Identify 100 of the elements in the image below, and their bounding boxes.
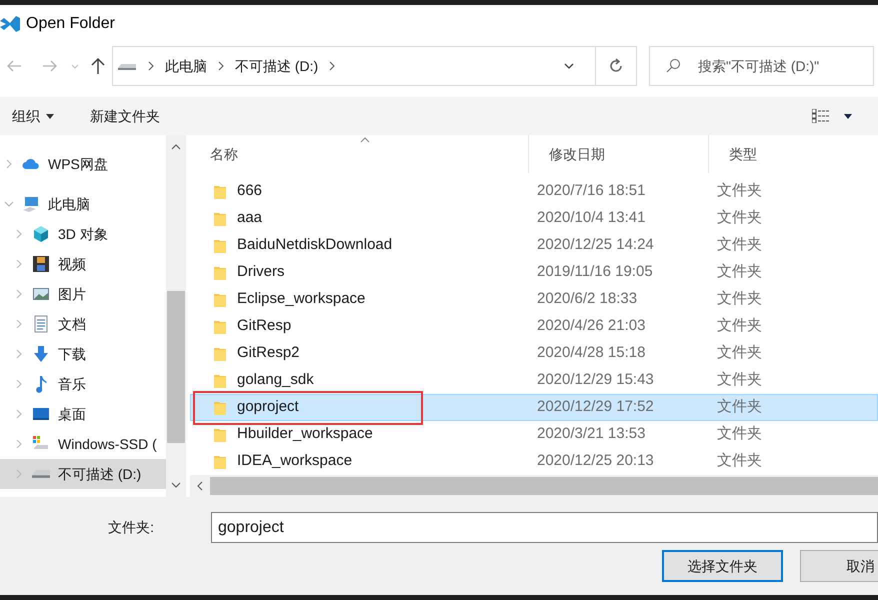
- modified-date: 2020/4/28 15:18: [536, 343, 646, 364]
- address-bar[interactable]: 此电脑 不可描述 (D:): [112, 46, 637, 86]
- file-row[interactable]: Drivers 2019/11/16 19:05 文件夹: [190, 259, 878, 286]
- breadcrumb-item[interactable]: 此电脑: [165, 56, 207, 76]
- sidebar-item[interactable]: 图片: [0, 279, 166, 309]
- sidebar-item[interactable]: 下载: [0, 339, 166, 369]
- search-icon: [665, 58, 681, 74]
- folder-icon: [213, 318, 227, 334]
- modified-date: 2020/12/29 17:52: [536, 397, 655, 418]
- file-type: 文件夹: [716, 289, 762, 310]
- modified-date: 2020/7/16 18:51: [536, 181, 646, 202]
- folder-icon: [213, 372, 227, 388]
- folder-icon: [213, 238, 227, 254]
- sidebar-item[interactable]: 视频: [0, 249, 166, 279]
- file-row[interactable]: Hbuilder_workspace 2020/3/21 13:53 文件夹: [190, 421, 878, 448]
- select-folder-button[interactable]: 选择文件夹: [662, 550, 783, 582]
- file-type: 文件夹: [716, 208, 762, 228]
- sidebar-item[interactable]: Windows-SSD (: [0, 429, 166, 459]
- file-row[interactable]: Eclipse_workspace 2020/6/2 18:33 文件夹: [190, 286, 878, 313]
- scrollbar-thumb[interactable]: [167, 291, 185, 443]
- cancel-button[interactable]: 取消: [800, 550, 878, 582]
- scroll-left-icon[interactable]: [196, 481, 204, 491]
- modified-date: 2019/11/16 19:05: [536, 262, 654, 282]
- scroll-down-icon[interactable]: [171, 481, 181, 489]
- sidebar-item-label: WPS网盘: [48, 154, 108, 174]
- file-name: Hbuilder_workspace: [237, 424, 373, 444]
- sidebar-item[interactable]: 文档: [0, 309, 166, 339]
- sidebar-item[interactable]: 音乐: [0, 369, 166, 399]
- forward-arrow-icon[interactable]: [42, 58, 58, 74]
- download-arrow-icon: [32, 345, 50, 363]
- scrollbar-thumb[interactable]: [210, 477, 878, 495]
- folder-icon: [213, 346, 227, 362]
- file-type: 文件夹: [716, 424, 762, 444]
- cube-icon: [32, 225, 50, 243]
- file-type: 文件夹: [716, 451, 762, 472]
- file-row[interactable]: BaiduNetdiskDownload 2020/12/25 14:24 文件夹: [190, 232, 878, 259]
- chevron-right-icon[interactable]: [217, 61, 225, 71]
- modified-date: 2020/6/2 18:33: [536, 289, 638, 310]
- computer-icon: [22, 195, 40, 213]
- modified-date: 2020/10/4 13:41: [536, 208, 646, 228]
- breadcrumb-item[interactable]: 不可描述 (D:): [235, 56, 318, 76]
- file-type: 文件夹: [716, 343, 762, 364]
- search-field[interactable]: 搜索"不可描述 (D:)": [649, 46, 874, 86]
- sidebar-item[interactable]: 3D 对象: [0, 219, 166, 249]
- file-name: Eclipse_workspace: [237, 289, 366, 310]
- chevron-right-icon[interactable]: [147, 61, 155, 71]
- desktop-icon: [32, 405, 50, 423]
- folder-icon: [213, 400, 227, 416]
- file-type: 文件夹: [716, 181, 762, 202]
- column-header[interactable]: 名称: [190, 135, 528, 173]
- app-logo-icon: [0, 14, 20, 34]
- modified-date: 2020/3/21 13:53: [536, 424, 646, 444]
- up-arrow-icon[interactable]: [90, 57, 106, 75]
- file-row[interactable]: IDEA_workspace 2020/12/25 20:13 文件夹: [190, 448, 878, 475]
- new-folder-button[interactable]: 新建文件夹: [90, 106, 160, 126]
- organize-menu-button[interactable]: 组织: [12, 106, 54, 126]
- scroll-up-icon[interactable]: [171, 143, 181, 151]
- file-name: GitResp: [237, 316, 292, 336]
- file-row[interactable]: golang_sdk 2020/12/29 15:43 文件夹: [190, 367, 878, 394]
- back-arrow-icon[interactable]: [6, 58, 22, 74]
- file-name: goproject: [237, 397, 299, 418]
- file-type: 文件夹: [716, 397, 762, 418]
- view-options-icon[interactable]: [812, 109, 830, 123]
- sidebar-item[interactable]: 不可描述 (D:): [0, 459, 166, 489]
- horizontal-scrollbar[interactable]: [190, 475, 878, 497]
- folder-icon: [213, 454, 227, 470]
- caret-icon[interactable]: [844, 114, 852, 118]
- file-row[interactable]: GitResp2 2020/4/28 15:18 文件夹: [190, 340, 878, 367]
- file-name: BaiduNetdiskDownload: [237, 235, 392, 256]
- refresh-icon[interactable]: [608, 58, 624, 74]
- sidebar-item[interactable]: WPS网盘: [0, 149, 166, 179]
- document-icon: [32, 315, 50, 333]
- file-name: golang_sdk: [237, 370, 314, 390]
- expand-chevron-icon[interactable]: [4, 199, 14, 209]
- sidebar-item-label: 此电脑: [48, 194, 90, 214]
- file-row[interactable]: 666 2020/7/16 18:51 文件夹: [190, 178, 878, 205]
- sidebar-item-label: 音乐: [58, 374, 86, 394]
- file-name: GitResp2: [237, 343, 300, 364]
- window-title: Open Folder: [26, 14, 115, 34]
- file-row[interactable]: GitResp 2020/4/26 21:03 文件夹: [190, 313, 878, 340]
- folder-icon: [213, 292, 227, 308]
- file-row[interactable]: aaa 2020/10/4 13:41 文件夹: [190, 205, 878, 232]
- dropdown-chevron-icon[interactable]: [563, 61, 575, 71]
- chevron-right-icon[interactable]: [328, 61, 336, 71]
- file-name: IDEA_workspace: [237, 451, 352, 472]
- sidebar-item[interactable]: 此电脑: [0, 189, 166, 219]
- column-header[interactable]: 类型: [708, 135, 854, 173]
- sidebar-item-label: 桌面: [58, 404, 86, 424]
- folder-icon: [213, 210, 227, 226]
- folder-icon: [213, 264, 227, 280]
- sidebar-item[interactable]: 桌面: [0, 399, 166, 429]
- folder-icon: [213, 426, 227, 442]
- caret-icon: [46, 114, 54, 118]
- folder-icon: [213, 184, 227, 200]
- folder-name-field[interactable]: goproject: [211, 512, 878, 543]
- sidebar-item-label: 文档: [58, 314, 86, 334]
- vertical-scrollbar[interactable]: [166, 135, 186, 497]
- file-row[interactable]: goproject 2020/12/29 17:52 文件夹: [190, 394, 878, 421]
- folder-field-label: 文件夹:: [107, 518, 155, 537]
- column-header[interactable]: 修改日期: [528, 135, 708, 173]
